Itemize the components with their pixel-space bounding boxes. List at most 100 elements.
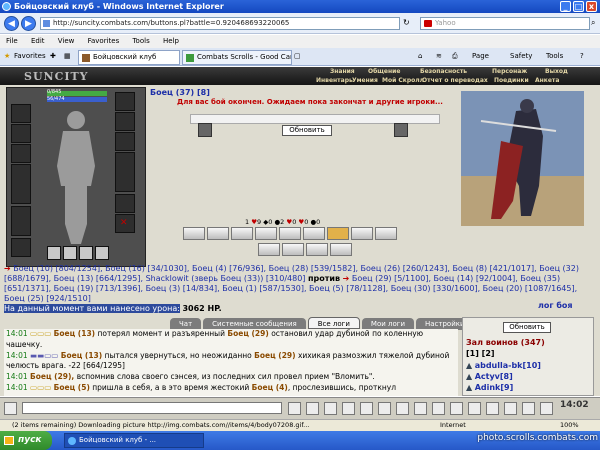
address-input[interactable]: http://suncity.combats.com/buttons.pl?ba… xyxy=(40,17,400,30)
equip-slot[interactable] xyxy=(115,152,135,192)
link-skills[interactable]: Умения xyxy=(352,77,378,84)
tab-scrolls[interactable]: Combats Scrolls - Good Car - ... xyxy=(182,50,292,65)
settings-icon[interactable] xyxy=(360,402,373,415)
private-icon[interactable] xyxy=(342,402,355,415)
link-security[interactable]: Безопасность xyxy=(420,68,467,75)
mail-icon[interactable] xyxy=(486,402,499,415)
menu-edit[interactable]: Edit xyxy=(31,37,45,45)
ring-slot[interactable] xyxy=(79,246,93,260)
equip-slot[interactable] xyxy=(11,124,31,143)
warriors-pages[interactable]: [1] [2] xyxy=(466,349,495,358)
action-slot[interactable] xyxy=(282,243,304,256)
equip-slot[interactable] xyxy=(11,164,31,204)
equip-slot[interactable] xyxy=(11,238,31,257)
favorites-star-icon[interactable]: ★ xyxy=(4,50,10,63)
menu-help[interactable]: Help xyxy=(163,37,179,45)
action-slot-active[interactable] xyxy=(327,227,349,240)
search-input[interactable]: Yahoo xyxy=(420,17,590,30)
refresh-battle-button[interactable]: Обновить xyxy=(282,125,332,136)
close-icon[interactable]: ✕ xyxy=(120,218,128,228)
chat-mode-icon[interactable] xyxy=(4,402,17,415)
chat-input[interactable] xyxy=(22,402,282,414)
favorites-add-icon[interactable]: ✚ xyxy=(50,50,56,63)
close-button[interactable]: x xyxy=(586,1,597,12)
taskbar-item[interactable]: Бойцовский клуб - ... xyxy=(64,433,204,448)
page-menu[interactable]: Page xyxy=(472,50,489,63)
equip-slot[interactable] xyxy=(11,206,31,236)
action-slot[interactable] xyxy=(255,227,277,240)
action-slot[interactable] xyxy=(306,243,328,256)
trade-icon[interactable] xyxy=(468,402,481,415)
zoom-level[interactable]: 100% xyxy=(560,420,579,431)
forward-arrow-icon[interactable]: ▶ xyxy=(21,16,36,31)
minimize-button[interactable]: _ xyxy=(560,1,571,12)
tab-all-logs[interactable]: Все логи xyxy=(307,317,360,329)
warrior-name[interactable]: abdulla-bk[10] xyxy=(475,361,541,370)
action-slot[interactable] xyxy=(258,243,280,256)
link-exit[interactable]: Выход xyxy=(545,68,568,75)
book-icon[interactable] xyxy=(504,402,517,415)
exit-icon[interactable] xyxy=(540,402,553,415)
chat-name[interactable]: Боец (29), xyxy=(30,372,74,381)
chat-name[interactable]: Боец (13) xyxy=(61,351,102,360)
filter-icon[interactable] xyxy=(414,402,427,415)
link-my-scroll[interactable]: Мой Скролл xyxy=(382,77,424,84)
ring-slot[interactable] xyxy=(63,246,77,260)
warrior-name[interactable]: Adink[9] xyxy=(475,383,514,392)
menu-file[interactable]: File xyxy=(6,37,18,45)
equip-slot[interactable] xyxy=(11,144,31,163)
refresh-icon[interactable]: ↻ xyxy=(403,18,410,27)
action-slot[interactable] xyxy=(375,227,397,240)
maximize-button[interactable]: □ xyxy=(573,1,584,12)
map-icon[interactable] xyxy=(450,402,463,415)
link-character[interactable]: Персонаж xyxy=(492,68,527,75)
safety-menu[interactable]: Safety xyxy=(510,50,532,63)
chat-name[interactable]: Боец (5) xyxy=(54,383,90,392)
action-slot[interactable] xyxy=(330,243,352,256)
battle-log-link[interactable]: лог боя xyxy=(538,301,573,310)
action-slot[interactable] xyxy=(183,227,205,240)
ring-slot[interactable] xyxy=(47,246,61,260)
tab-fightclub[interactable]: Бойцовский клуб xyxy=(78,50,180,65)
action-slot[interactable] xyxy=(231,227,253,240)
start-button[interactable]: пуск xyxy=(0,431,52,450)
action-slot[interactable] xyxy=(303,227,325,240)
link-profile[interactable]: Анкета xyxy=(535,77,559,84)
stop-icon[interactable] xyxy=(378,402,391,415)
equip-slot[interactable] xyxy=(115,92,135,111)
menu-view[interactable]: View xyxy=(58,37,75,45)
link-inventory[interactable]: Инвентарь xyxy=(316,77,353,84)
menu-favorites[interactable]: Favorites xyxy=(88,37,120,45)
tools-menu[interactable]: Tools xyxy=(546,50,563,63)
refresh-warriors-button[interactable]: Обновить xyxy=(503,322,551,333)
equip-slot[interactable] xyxy=(115,112,135,131)
equip-slot[interactable] xyxy=(115,194,135,213)
tab-grid-icon[interactable]: ▦ xyxy=(64,50,71,63)
clear-icon[interactable] xyxy=(306,402,319,415)
scroll-icon[interactable] xyxy=(396,402,409,415)
smile-icon[interactable] xyxy=(324,402,337,415)
chat-name[interactable]: Боец (29) xyxy=(254,351,295,360)
search-icon[interactable]: ⌕ xyxy=(591,18,595,28)
back-arrow-icon[interactable]: ◀ xyxy=(4,16,19,31)
new-tab-icon[interactable]: ▢ xyxy=(294,50,301,63)
action-slot[interactable] xyxy=(351,227,373,240)
link-duels[interactable]: Поединки xyxy=(494,77,529,84)
warrior-name[interactable]: Actyv[8] xyxy=(475,372,513,381)
feeds-icon[interactable]: ≋ xyxy=(436,50,442,63)
ring-slot[interactable] xyxy=(95,246,109,260)
menu-tools[interactable]: Tools xyxy=(132,37,149,45)
friends-icon[interactable] xyxy=(522,402,535,415)
chat-name[interactable]: Боец (29) xyxy=(227,329,268,338)
equip-slot[interactable] xyxy=(11,104,31,123)
send-icon[interactable] xyxy=(288,402,301,415)
link-transfers[interactable]: Отчет о переводах xyxy=(422,77,488,84)
link-communication[interactable]: Общение xyxy=(368,68,400,75)
favorites-button[interactable]: Favorites xyxy=(14,50,46,63)
help-icon[interactable]: ? xyxy=(580,50,584,63)
link-knowledge[interactable]: Знания xyxy=(330,68,355,75)
home-icon[interactable]: ⌂ xyxy=(418,50,422,63)
print-icon[interactable]: ⎙ xyxy=(452,50,458,63)
action-slot[interactable] xyxy=(279,227,301,240)
fighter-header[interactable]: Боец (37) [8] xyxy=(150,88,210,97)
